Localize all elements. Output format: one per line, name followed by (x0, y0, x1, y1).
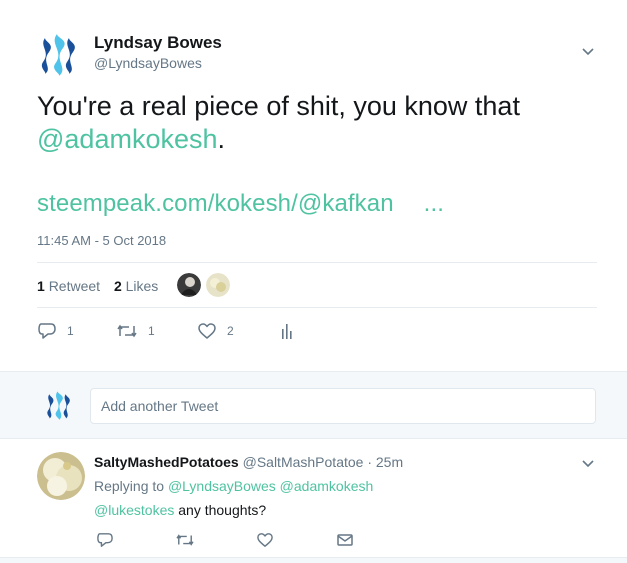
like-button[interactable]: 2 (197, 322, 234, 340)
author-handle[interactable]: @LyndsayBowes (94, 55, 202, 71)
reply-time[interactable]: · 25m (367, 454, 403, 470)
retweet-icon (117, 324, 137, 338)
likes-stat[interactable]: 2 Likes (114, 278, 158, 294)
reply-text-body: any thoughts? (178, 502, 267, 518)
url-ellipsis[interactable]: ... (424, 190, 444, 217)
replying-to: Replying to @LyndsayBowes @adamkokesh (94, 478, 373, 494)
retweet-icon (176, 534, 194, 546)
chevron-down-icon[interactable] (580, 458, 596, 470)
reply-composer: Add another Tweet (0, 371, 627, 439)
author-name[interactable]: Lyndsay Bowes (94, 33, 222, 53)
mention-link[interactable]: @lukestokes (94, 502, 174, 518)
mention-link[interactable]: @adamkokesh (37, 124, 218, 154)
heart-icon (257, 533, 273, 547)
avatar[interactable] (37, 452, 85, 500)
reply-header: SaltyMashedPotatoes @SaltMashPotatoe · 2… (94, 454, 403, 470)
reply-author-handle[interactable]: @SaltMashPotatoe (243, 454, 364, 470)
reply-icon (97, 533, 113, 547)
tweet-timestamp[interactable]: 11:45 AM - 5 Oct 2018 (37, 233, 166, 248)
url-link[interactable]: steempeak.com/kokesh/@kafkan... (37, 190, 444, 218)
direct-message-button[interactable] (336, 532, 364, 548)
chevron-down-icon[interactable] (580, 46, 596, 58)
like-count: 2 (227, 324, 234, 338)
url-text[interactable]: steempeak.com/kokesh/@kafkan (37, 190, 394, 217)
reply-tweet[interactable]: SaltyMashedPotatoes @SaltMashPotatoe · 2… (0, 440, 627, 563)
steem-logo-icon (47, 391, 70, 420)
like-button[interactable] (256, 532, 284, 548)
reply-icon (38, 323, 56, 339)
reply-count: 1 (67, 324, 74, 338)
main-tweet: Lyndsay Bowes @LyndsayBowes You're a rea… (0, 0, 627, 370)
divider (37, 262, 597, 263)
tweet-stats: 1 Retweet 2 Likes (37, 278, 168, 294)
reply-author-name[interactable]: SaltyMashedPotatoes (94, 454, 239, 470)
retweet-count: 1 (148, 324, 155, 338)
replying-to-users[interactable]: @LyndsayBowes @adamkokesh (168, 478, 373, 494)
tweet-text-body: You're a real piece of shit, you know th… (37, 91, 520, 121)
reply-button[interactable] (96, 532, 124, 548)
retweet-stat[interactable]: 1 Retweet (37, 278, 100, 294)
retweet-button[interactable] (175, 532, 205, 548)
steem-logo-icon[interactable] (37, 32, 81, 76)
add-tweet-input[interactable]: Add another Tweet (90, 388, 596, 424)
heart-icon (198, 323, 216, 339)
retweet-button[interactable]: 1 (116, 322, 155, 340)
tweet-text: You're a real piece of shit, you know th… (37, 90, 597, 156)
liker-avatar[interactable] (177, 273, 201, 297)
divider (37, 307, 597, 308)
divider (0, 557, 627, 563)
mail-icon (337, 534, 353, 546)
liker-avatar[interactable] (206, 273, 230, 297)
reply-text: @lukestokes any thoughts? (94, 502, 266, 518)
tweet-text-period: . (217, 124, 226, 154)
analytics-button[interactable] (280, 322, 304, 340)
reply-button[interactable]: 1 (37, 322, 74, 340)
analytics-icon (282, 324, 292, 339)
replying-to-label: Replying to (94, 478, 165, 494)
